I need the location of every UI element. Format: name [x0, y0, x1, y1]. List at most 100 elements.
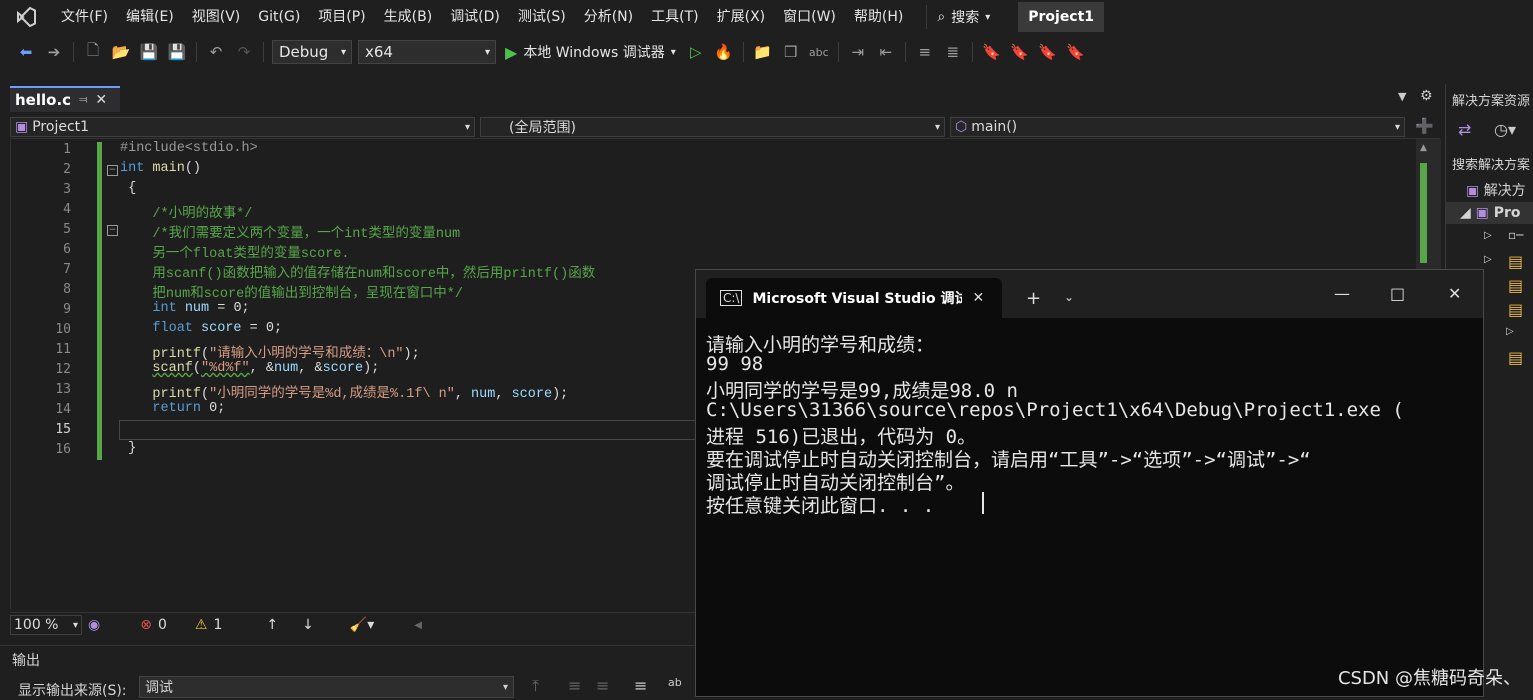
warning-count[interactable]: 1 — [213, 617, 222, 633]
prev-bookmark-icon[interactable]: 🔖 — [1008, 40, 1032, 64]
code-cleanup-icon[interactable]: 🧹▾ — [350, 617, 374, 633]
menu-extensions[interactable]: 扩展(X) — [708, 0, 775, 34]
new-tab-icon[interactable]: + — [1026, 288, 1041, 309]
error-count[interactable]: 0 — [158, 617, 167, 633]
copilot-icon[interactable]: ◉ — [88, 617, 100, 633]
prev-message-icon[interactable]: ≡ — [568, 676, 581, 695]
close-window-icon[interactable]: ✕ — [1448, 284, 1461, 303]
collapse-icon[interactable]: − — [107, 225, 118, 236]
solution-explorer-icon[interactable]: 📁 — [751, 40, 775, 64]
console-tab[interactable]: C:\ Microsoft Visual Studio 调试控制台 ✕ — [706, 278, 1002, 318]
platform-select[interactable]: x64 ▾ — [358, 40, 496, 64]
menu-git[interactable]: Git(G) — [249, 0, 309, 34]
menu-test[interactable]: 测试(S) — [509, 0, 575, 34]
redo-icon[interactable]: ↷ — [232, 40, 256, 64]
project-dropdown[interactable]: ▣ Project1 ▾ — [10, 117, 475, 137]
folder-icon: ▤ — [1508, 300, 1524, 319]
close-tab-icon[interactable]: ✕ — [972, 290, 984, 306]
line-number: 6 — [63, 242, 71, 257]
next-bookmark-icon[interactable]: 🔖 — [1036, 40, 1060, 64]
bookmark-icon[interactable]: 🔖 — [980, 40, 1004, 64]
tab-hello-c[interactable]: hello.c ⫤ ✕ — [10, 86, 120, 112]
save-icon[interactable]: 💾 — [137, 40, 161, 64]
spell-check-icon[interactable]: abc — [807, 40, 831, 64]
solution-project-row[interactable]: ◢ ▣ Pro — [1446, 202, 1533, 224]
pin-icon[interactable]: ⫤ — [79, 93, 87, 107]
next-message-icon[interactable]: ≡ — [596, 676, 609, 695]
collapse-icon[interactable]: − — [107, 165, 118, 176]
arrow-down-icon[interactable]: ↓ — [302, 617, 314, 633]
scope-dropdown[interactable]: (全局范围) ▾ — [480, 117, 945, 137]
menu-analyze[interactable]: 分析(N) — [575, 0, 642, 34]
uncomment-icon[interactable]: ≣ — [941, 40, 965, 64]
history-icon[interactable]: ◷▾ — [1494, 120, 1516, 139]
expand-icon[interactable]: ▷ — [1484, 254, 1492, 265]
clear-bookmarks-icon[interactable]: 🔖 — [1064, 40, 1088, 64]
find-message-icon[interactable]: ⤒ — [532, 676, 539, 696]
indent-icon[interactable]: ⇥ — [846, 40, 870, 64]
layout-icon[interactable]: ❒ — [779, 40, 803, 64]
solution-root[interactable]: ▣ 解决方 — [1466, 180, 1526, 200]
text-cursor — [982, 492, 984, 514]
split-editor-icon[interactable]: ➕ — [1415, 117, 1434, 135]
menu-build[interactable]: 生成(B) — [375, 0, 442, 34]
line-number: 4 — [63, 202, 71, 217]
debug-console-window[interactable]: C:\ Microsoft Visual Studio 调试控制台 ✕ + ⌄ … — [695, 269, 1484, 697]
menu-file[interactable]: 文件(F) — [52, 0, 117, 34]
chevron-down-icon: ▾ — [985, 11, 991, 23]
start-debugging-button[interactable]: ▶ 本地 Windows 调试器 ▾ — [505, 42, 676, 62]
code-line: 把num和score的值输出到控制台，呈现在窗口中*/ — [120, 287, 463, 302]
scroll-up-icon[interactable]: ▲ — [1420, 143, 1427, 153]
expand-icon[interactable]: ▷ — [1506, 326, 1514, 337]
code-line: printf("小明同学的学号是%d,成绩是%.1f\ n", num, sco… — [152, 387, 569, 402]
menu-window[interactable]: 窗口(W) — [774, 0, 845, 34]
output-source-select[interactable]: 调试 ▾ — [139, 676, 514, 698]
save-all-icon[interactable]: 💾 — [165, 40, 189, 64]
menu-project[interactable]: 项目(P) — [309, 0, 374, 34]
start-without-debugging-icon[interactable]: ▷ — [684, 40, 708, 64]
tab-list-dropdown-icon[interactable]: ▼ — [1398, 90, 1406, 103]
maximize-icon[interactable]: □ — [1390, 284, 1405, 303]
menu-view[interactable]: 视图(V) — [183, 0, 250, 34]
arrow-up-icon[interactable]: ↑ — [266, 617, 278, 633]
scroll-left-icon[interactable]: ◀ — [414, 620, 422, 631]
current-line-highlight — [119, 420, 709, 440]
warning-icon[interactable]: ⚠ — [195, 617, 208, 633]
output-title: 输出 — [12, 653, 40, 669]
search-button[interactable]: ⌕ 搜索 ▾ — [926, 5, 1000, 29]
code-line: 用scanf()函数把输入的值存储在num和score中，然后用printf()… — [120, 267, 596, 282]
console-line: 99 98 — [706, 353, 764, 375]
gear-icon[interactable]: ⚙ — [1420, 88, 1433, 104]
visual-studio-logo-icon[interactable] — [0, 0, 52, 34]
menu-debug[interactable]: 调试(D) — [441, 0, 509, 34]
chevron-down-icon: ▾ — [72, 619, 78, 631]
undo-icon[interactable]: ↶ — [204, 40, 228, 64]
line-number: 1 — [63, 142, 71, 157]
zoom-select[interactable]: 100 % ▾ — [10, 615, 82, 635]
minimize-icon[interactable]: — — [1334, 284, 1350, 303]
new-item-icon[interactable]: 🗋 — [81, 40, 105, 64]
tab-dropdown-icon[interactable]: ⌄ — [1064, 290, 1074, 304]
sync-icon[interactable]: ⇄ — [1458, 120, 1471, 139]
forward-icon[interactable]: ➔ — [42, 40, 66, 64]
outdent-icon[interactable]: ⇤ — [874, 40, 898, 64]
close-icon[interactable]: ✕ — [95, 92, 107, 108]
expand-icon[interactable]: ▷ — [1484, 230, 1492, 241]
line-number-gutter: 1 2 3 4 5 6 7 8 9 10 11 12 13 14 15 16 — [11, 139, 97, 609]
menu-bar: 文件(F) 编辑(E) 视图(V) Git(G) 项目(P) 生成(B) 调试(… — [0, 0, 1533, 34]
menu-edit[interactable]: 编辑(E) — [117, 0, 183, 34]
hot-reload-icon[interactable]: 🔥 — [712, 40, 736, 64]
error-icon[interactable]: ⊗ — [140, 617, 152, 633]
comment-icon[interactable]: ≡ — [913, 40, 937, 64]
open-folder-icon[interactable]: 📂 — [109, 40, 133, 64]
solution-search[interactable]: 搜索解决方案 — [1452, 154, 1530, 173]
word-wrap-icon[interactable]: ab — [668, 676, 682, 689]
scrollbar-thumb[interactable] — [1420, 163, 1427, 263]
member-dropdown[interactable]: ⬡ main() ▾ — [950, 117, 1405, 137]
back-icon[interactable]: ⬅ — [14, 40, 38, 64]
clear-all-icon[interactable]: ≡ — [634, 676, 647, 695]
line-number: 12 — [55, 362, 71, 377]
configuration-select[interactable]: Debug ▾ — [272, 40, 352, 64]
menu-tools[interactable]: 工具(T) — [642, 0, 707, 34]
menu-help[interactable]: 帮助(H) — [845, 0, 912, 34]
